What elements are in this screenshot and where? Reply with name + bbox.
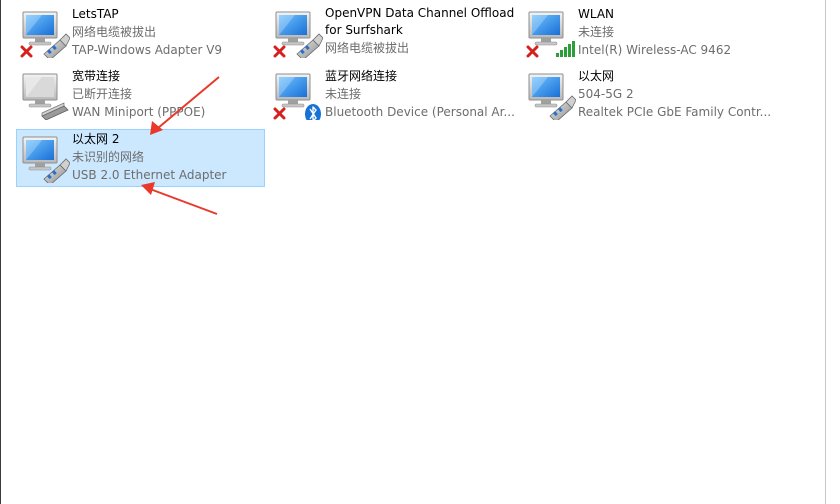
adapter-status: 网络电缆被拔出: [325, 41, 410, 55]
adapter-status: 未连接: [325, 87, 362, 101]
adapter-device: Realtek PCIe GbE Family Contr...: [578, 105, 772, 119]
window-right-margin: [826, 0, 840, 504]
ethernet-adapter-icon: [22, 136, 70, 183]
adapter-status: 已断开连接: [72, 87, 133, 101]
adapter-item-letstap[interactable]: LetsTAP 网络电缆被拔出 TAP-Windows Adapter V9: [16, 4, 266, 62]
adapter-name-line1: OpenVPN Data Channel Offload: [325, 6, 515, 20]
window-left-border: [0, 0, 1, 504]
adapter-device: Bluetooth Device (Personal Ar...: [325, 105, 515, 119]
adapter-name: WLAN: [578, 7, 615, 21]
adapter-name: LetsTAP: [72, 7, 119, 21]
ethernet-adapter-icon: [528, 73, 576, 120]
broadband-modem-icon: [22, 73, 69, 120]
adapter-device: USB 2.0 Ethernet Adapter: [72, 168, 227, 182]
adapter-item-openvpn[interactable]: OpenVPN Data Channel Offload for Surfsha…: [269, 4, 521, 62]
bluetooth-adapter-disconnected-icon: [273, 73, 321, 120]
adapter-name: 宽带连接: [72, 69, 121, 83]
adapter-name-line2: for Surfshark: [325, 23, 403, 37]
network-adapter-disconnected-icon: [273, 11, 323, 58]
adapter-name: 以太网 2: [72, 132, 120, 146]
adapter-item-ethernet-2[interactable]: 以太网 2 未识别的网络 USB 2.0 Ethernet Adapter: [16, 129, 265, 187]
adapter-status: 504-5G 2: [578, 87, 634, 101]
wifi-adapter-disconnected-icon: [526, 11, 575, 58]
adapter-item-broadband[interactable]: 宽带连接 已断开连接 WAN Miniport (PPPOE): [16, 66, 266, 124]
adapter-item-wlan[interactable]: WLAN 未连接 Intel(R) Wireless-AC 9462: [522, 4, 774, 62]
adapter-device: WAN Miniport (PPPOE): [72, 105, 206, 119]
adapter-name: 蓝牙网络连接: [325, 69, 398, 83]
adapter-device: Intel(R) Wireless-AC 9462: [578, 43, 732, 57]
adapter-item-ethernet[interactable]: 以太网 504-5G 2 Realtek PCIe GbE Family Con…: [522, 66, 774, 124]
adapter-item-bluetooth[interactable]: 蓝牙网络连接 未连接 Bluetooth Device (Personal Ar…: [269, 66, 521, 124]
adapter-device: TAP-Windows Adapter V9: [72, 43, 223, 57]
adapter-name: 以太网: [578, 69, 615, 83]
adapter-status: 网络电缆被拔出: [72, 25, 157, 39]
network-adapter-disconnected-icon: [20, 11, 70, 58]
adapter-status: 未识别的网络: [72, 150, 145, 164]
adapter-status: 未连接: [578, 25, 615, 39]
